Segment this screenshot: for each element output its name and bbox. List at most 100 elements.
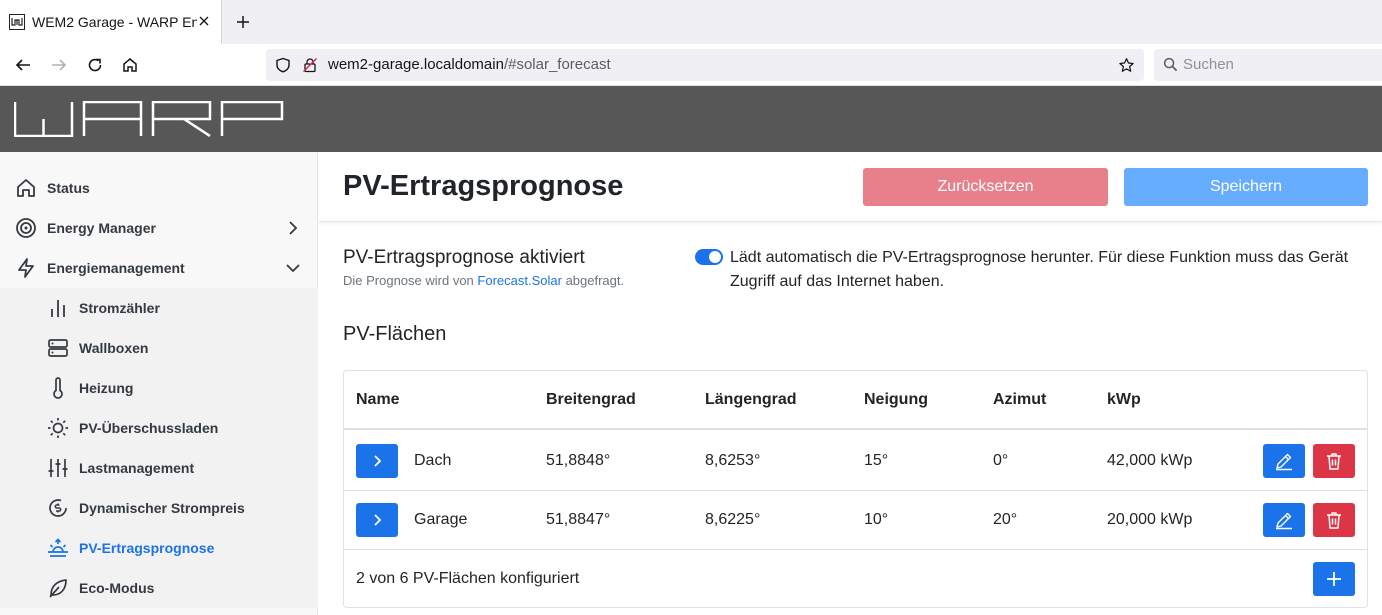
server-icon [47, 337, 69, 359]
footer-count: 2 von 6 PV-Flächen konfiguriert [356, 570, 580, 587]
cell-name: Garage [414, 511, 468, 528]
app-header [0, 86, 1382, 152]
delete-button[interactable] [1313, 444, 1355, 478]
warp-logo[interactable] [14, 101, 284, 137]
column-header: Name [356, 390, 400, 408]
lightning-icon [15, 257, 37, 279]
sidebar-item-eco-modus[interactable]: Eco-Modus [0, 568, 318, 608]
sidebar-item-status[interactable]: Status [0, 168, 318, 208]
forecast-solar-link[interactable]: Forecast.Solar [477, 273, 562, 288]
home-icon [15, 177, 37, 199]
browser-search-bar[interactable]: Suchen [1154, 49, 1382, 81]
close-tab-icon[interactable] [196, 13, 212, 29]
search-icon [1163, 57, 1178, 72]
thermometer-icon [47, 377, 69, 399]
edit-button[interactable] [1263, 444, 1305, 478]
sidebar-item-heizung[interactable]: Heizung [0, 368, 318, 408]
sidebar-item-lastmanagement[interactable]: Lastmanagement [0, 448, 318, 488]
sidebar-item-label: PV-Ertragsprognose [79, 540, 215, 556]
browser-tab[interactable]: WEM2 Garage - WARP Energy Manager [0, 0, 222, 44]
bookmark-star-icon[interactable] [1118, 57, 1135, 74]
sidebar: Status Energy Manager Energiemanagement … [0, 152, 318, 615]
sidebar-item-energiemanagement[interactable]: Energiemanagement [0, 248, 318, 288]
pv-planes-table: Name Breitengrad Längengrad Neigung Azim… [343, 370, 1368, 608]
cell-kwp: 42,000 kWp [1107, 452, 1193, 469]
enable-label: PV-Ertragsprognose aktiviert [343, 247, 585, 268]
sunrise-icon [47, 537, 69, 559]
url-bar[interactable]: wem2-garage.localdomain/#solar_forecast [266, 49, 1144, 81]
back-arrow-icon[interactable] [14, 56, 32, 74]
add-pv-plane-button[interactable] [1313, 562, 1355, 596]
sidebar-item-stromzaehler[interactable]: Stromzähler [0, 288, 318, 328]
trash-icon [1327, 512, 1341, 529]
sidebar-item-label: Stromzähler [79, 300, 160, 316]
sidebar-item-wallboxen[interactable]: Wallboxen [0, 328, 318, 368]
page-title: PV-Ertragsprognose [343, 170, 624, 202]
cell-tilt: 15° [864, 452, 889, 469]
cell-kwp: 20,000 kWp [1107, 511, 1193, 528]
leaf-icon [47, 577, 69, 599]
enable-toggle[interactable] [695, 249, 723, 265]
table-header-row: Name Breitengrad Längengrad Neigung Azim… [344, 371, 1367, 430]
sidebar-item-pv-ueberschussladen[interactable]: PV-Überschussladen [0, 408, 318, 448]
sidebar-subgroup: Stromzähler Wallboxen Heizung PV-Übersch… [0, 288, 318, 608]
column-header: kWp [1107, 390, 1141, 408]
expand-row-button[interactable] [356, 503, 398, 537]
cell-latitude: 51,8847° [546, 511, 611, 528]
shield-icon[interactable] [275, 57, 291, 73]
reload-icon[interactable] [86, 56, 104, 74]
sidebar-item-label: Energiemanagement [47, 260, 185, 276]
sliders-icon [47, 457, 69, 479]
meter-icon [47, 297, 69, 319]
insecure-lock-icon[interactable] [302, 57, 318, 73]
save-button[interactable]: Speichern [1124, 168, 1368, 206]
cell-longitude: 8,6225° [705, 511, 761, 528]
tab-title: WEM2 Garage - WARP Energy Manager [32, 14, 197, 30]
clock-dollar-icon [47, 497, 69, 519]
pencil-icon [1276, 512, 1292, 530]
sidebar-item-label: Wallboxen [79, 340, 149, 356]
expand-row-button[interactable] [356, 444, 398, 478]
cell-latitude: 51,8848° [546, 452, 611, 469]
column-header: Neigung [864, 390, 928, 408]
url-host: wem2-garage.localdomain [328, 56, 504, 73]
chevron-right-icon [374, 514, 382, 526]
url-text[interactable]: wem2-garage.localdomain/#solar_forecast [328, 56, 611, 73]
enable-description: Die Prognose wird von Forecast.Solar abg… [343, 273, 624, 288]
sidebar-item-energy-manager[interactable]: Energy Manager [0, 208, 318, 248]
target-icon [15, 217, 37, 239]
sidebar-item-label: Heizung [79, 380, 134, 396]
enable-sub-prefix: Die Prognose wird von [343, 273, 478, 288]
sidebar-item-pv-ertragsprognose[interactable]: PV-Ertragsprognose [0, 528, 318, 568]
chevron-right-icon [374, 455, 382, 467]
url-path: /#solar_forecast [503, 56, 611, 73]
delete-button[interactable] [1313, 503, 1355, 537]
cell-name: Dach [414, 452, 452, 469]
column-header: Azimut [993, 390, 1047, 408]
warp-favicon-icon [9, 14, 25, 30]
table-row: Dach 51,8848° 8,6253° 15° 0° 42,000 kWp [344, 432, 1367, 491]
edit-button[interactable] [1263, 503, 1305, 537]
new-tab-icon[interactable] [234, 13, 252, 31]
chevron-down-icon [286, 264, 300, 273]
pencil-icon [1276, 453, 1292, 471]
browser-navbar: wem2-garage.localdomain/#solar_forecast … [0, 44, 1382, 86]
sun-icon [47, 417, 69, 439]
trash-icon [1327, 453, 1341, 470]
sidebar-item-dynamischer-strompreis[interactable]: Dynamischer Strompreis [0, 488, 318, 528]
sidebar-item-label: Energy Manager [47, 220, 156, 236]
forward-arrow-icon[interactable] [50, 56, 68, 74]
enable-sub-suffix: abgefragt. [561, 273, 625, 288]
cell-azimuth: 20° [993, 511, 1018, 528]
plus-icon [1327, 572, 1341, 586]
sidebar-item-label: Lastmanagement [79, 460, 195, 476]
cell-tilt: 10° [864, 511, 889, 528]
table-row: Garage 51,8847° 8,6225° 10° 20° 20,000 k… [344, 491, 1367, 550]
home-icon[interactable] [121, 56, 139, 74]
sidebar-item-label: PV-Überschussladen [79, 420, 219, 436]
sidebar-item-label: Status [47, 180, 90, 196]
sidebar-item-label: Eco-Modus [79, 580, 155, 596]
section-title: PV-Flächen [343, 323, 447, 345]
column-header: Längengrad [705, 390, 797, 408]
reset-button[interactable]: Zurücksetzen [863, 168, 1108, 206]
